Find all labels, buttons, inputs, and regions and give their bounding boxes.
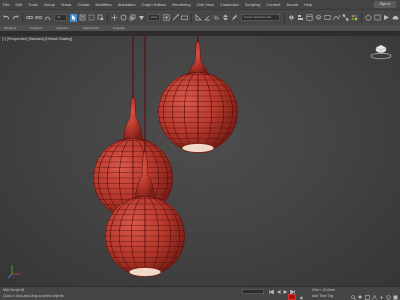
toolbar-separator xyxy=(22,12,23,23)
zoom-icon[interactable] xyxy=(350,295,356,300)
spinner-snap-icon[interactable] xyxy=(222,14,229,22)
field-of-view-icon[interactable] xyxy=(371,295,377,300)
menu-content[interactable]: Content xyxy=(263,0,283,9)
axis-tripod-icon xyxy=(7,265,21,279)
material-editor-icon[interactable] xyxy=(351,14,358,22)
key-filter-field[interactable] xyxy=(242,289,264,294)
mirror-icon[interactable] xyxy=(288,14,295,22)
previous-frame-icon[interactable] xyxy=(275,289,281,294)
select-by-name-icon[interactable] xyxy=(79,14,86,22)
move-icon[interactable] xyxy=(111,14,118,22)
unlink-icon[interactable] xyxy=(35,14,42,22)
viewcube-home-icon[interactable] xyxy=(370,44,392,61)
render-production-icon[interactable] xyxy=(383,14,390,22)
lamp-opening xyxy=(181,143,215,153)
perspective-viewport[interactable]: [+] [Perspective] [Standard] [Default Sh… xyxy=(0,36,400,286)
schematic-view-icon[interactable] xyxy=(342,14,349,22)
lamp-back-right[interactable] xyxy=(158,36,238,153)
menu-file[interactable]: File xyxy=(0,0,12,9)
toggle-layer-explorer-icon[interactable] xyxy=(315,14,322,22)
window-crossing-icon[interactable] xyxy=(97,14,104,22)
rotate-icon[interactable] xyxy=(120,14,127,22)
region-select-icon[interactable] xyxy=(88,14,95,22)
pivot-center-icon[interactable] xyxy=(163,14,170,22)
orbit-icon[interactable] xyxy=(385,295,391,300)
status-bar: MAXScript Mi Click or click-and-drag to … xyxy=(0,286,400,300)
align-icon[interactable] xyxy=(297,14,304,22)
lamp-neck xyxy=(187,41,209,75)
percent-snap-icon[interactable]: % xyxy=(213,14,220,22)
sign-in-button[interactable]: Sign In xyxy=(374,1,396,8)
toolbar-separator xyxy=(106,12,108,23)
redo-icon[interactable] xyxy=(12,14,19,22)
auto-key-button[interactable] xyxy=(288,294,296,300)
menu-scripting[interactable]: Scripting xyxy=(242,0,264,9)
toggle-scene-explorer-icon[interactable] xyxy=(306,14,313,22)
scale-icon[interactable] xyxy=(129,14,136,22)
maximize-viewport-icon[interactable] xyxy=(392,295,398,300)
toolbar-separator xyxy=(190,12,192,23)
select-object-icon[interactable] xyxy=(69,13,77,22)
menu-tools[interactable]: Tools xyxy=(25,0,40,9)
menu-edit[interactable]: Edit xyxy=(12,0,25,9)
rendered-frame-window-icon[interactable] xyxy=(374,14,381,22)
selection-filter-dropdown[interactable]: All xyxy=(53,14,67,21)
menu-help[interactable]: Help xyxy=(301,0,315,9)
menu-modifiers[interactable]: Modifiers xyxy=(92,0,114,9)
zoom-extents-icon[interactable] xyxy=(364,295,370,300)
render-setup-icon[interactable] xyxy=(365,14,372,22)
graphite-ribbon-icon[interactable] xyxy=(324,14,331,22)
menu-arnold[interactable]: Arnold xyxy=(283,0,301,9)
prompt-line: Click or click-and-drag to select object… xyxy=(3,294,64,298)
render-in-cloud-icon[interactable] xyxy=(392,14,399,22)
zoom-all-icon[interactable] xyxy=(357,295,363,300)
go-to-start-icon[interactable] xyxy=(268,289,274,294)
set-key-icon[interactable] xyxy=(298,295,304,300)
lamp-opening xyxy=(128,267,162,277)
keyboard-shortcut-override-icon[interactable] xyxy=(181,14,188,22)
viewport-scene xyxy=(7,36,238,279)
edit-named-selection-icon[interactable] xyxy=(231,14,238,22)
maxscript-listener[interactable]: MAXScript Mi xyxy=(3,288,24,292)
lamp-neck xyxy=(122,97,144,141)
select-manipulate-icon[interactable] xyxy=(172,14,179,22)
reference-coordinate-dropdown[interactable]: View xyxy=(147,14,160,21)
snaps-toggle-icon[interactable] xyxy=(195,14,202,22)
menu-views[interactable]: Views xyxy=(58,0,75,9)
menu-group[interactable]: Group xyxy=(41,0,58,9)
menu-graph-editors[interactable]: Graph Editors xyxy=(138,0,169,9)
pan-view-icon[interactable] xyxy=(378,295,384,300)
toolbar-separator xyxy=(284,12,285,23)
toolbar-separator xyxy=(360,12,362,23)
svg-text:%: % xyxy=(213,16,219,21)
menu-bar: File Edit Tools Group Views Create Modif… xyxy=(0,0,400,9)
menu-animation[interactable]: Animation xyxy=(115,0,139,9)
menu-rendering[interactable]: Rendering xyxy=(169,0,193,9)
grid-readout: Grid = 10,0mm xyxy=(312,288,336,292)
curve-editor-icon[interactable] xyxy=(333,14,340,22)
named-selection-sets-dropdown[interactable]: Create Selection Set xyxy=(240,14,281,21)
lamp-middle-left[interactable] xyxy=(93,36,173,219)
undo-icon[interactable] xyxy=(3,14,10,22)
menu-customize[interactable]: Customize xyxy=(217,0,242,9)
add-time-tag[interactable]: Add Time Tag xyxy=(312,294,333,298)
main-toolbar: All View % Create Selection Set xyxy=(0,9,400,25)
menu-civil-view[interactable]: Civil View xyxy=(194,0,217,9)
link-icon[interactable] xyxy=(26,14,33,22)
angle-snap-icon[interactable] xyxy=(204,14,211,22)
placement-icon[interactable] xyxy=(138,14,145,22)
menu-create[interactable]: Create xyxy=(74,0,92,9)
pendant-lamps xyxy=(93,36,238,277)
bind-space-warp-icon[interactable] xyxy=(44,14,51,22)
